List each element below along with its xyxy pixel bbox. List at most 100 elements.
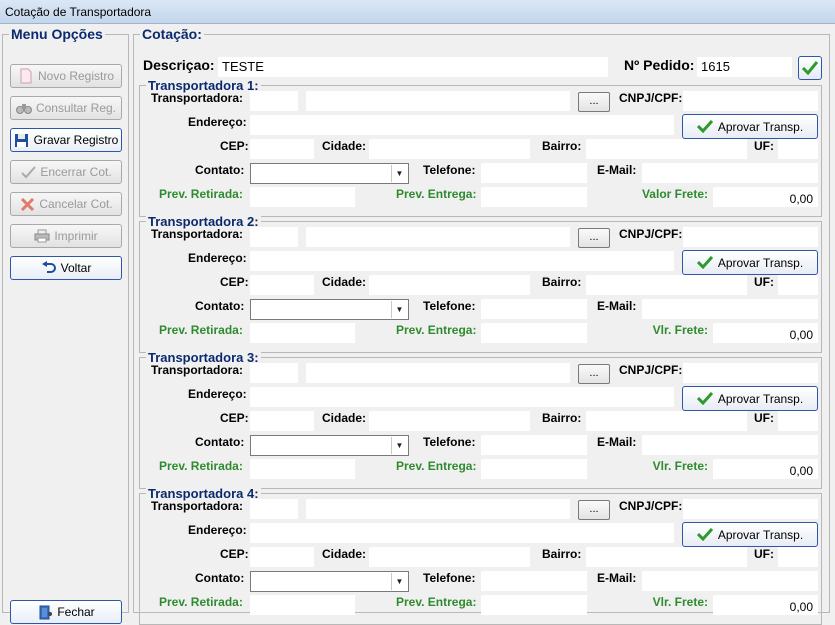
cnpj-field[interactable] <box>683 363 818 383</box>
lookup-button[interactable]: ... <box>578 500 610 520</box>
menu-legend: Menu Opções <box>11 26 103 42</box>
email-field[interactable] <box>642 299 818 319</box>
prev-entrega-field[interactable] <box>481 323 587 343</box>
contato-combobox[interactable]: ▼ <box>250 435 409 456</box>
frete-field[interactable]: 0,00 <box>713 459 818 479</box>
cep-label: CEP: <box>220 547 249 561</box>
gravar-registro-button[interactable]: Gravar Registro <box>10 128 122 152</box>
checkmark-icon <box>696 120 713 133</box>
prev-retirada-field[interactable] <box>250 459 355 479</box>
contato-label: Contato: <box>195 299 245 313</box>
prev-retirada-field[interactable] <box>250 323 355 343</box>
prev-entrega-field[interactable] <box>481 595 587 615</box>
uf-field[interactable] <box>778 547 818 567</box>
prev-entrega-field[interactable] <box>481 187 587 207</box>
uf-field[interactable] <box>778 139 818 159</box>
encerrar-cotacao-button[interactable]: Encerrar Cot. <box>10 160 122 184</box>
telefone-field[interactable] <box>481 571 587 591</box>
endereco-field[interactable] <box>250 251 674 271</box>
prev-retirada-field[interactable] <box>250 595 355 615</box>
prev-entrega-label: Prev. Entrega: <box>396 323 477 337</box>
cnpj-field[interactable] <box>683 499 818 519</box>
uf-label: UF: <box>754 411 774 425</box>
prev-retirada-label: Prev. Retirada: <box>159 323 243 337</box>
transportadora-name-field[interactable] <box>306 227 570 247</box>
cancelar-cotacao-button[interactable]: Cancelar Cot. <box>10 192 122 216</box>
prev-retirada-label: Prev. Retirada: <box>159 187 243 201</box>
novo-registro-label: Novo Registro <box>37 69 115 83</box>
cnpj-field[interactable] <box>683 227 818 247</box>
email-field[interactable] <box>642 571 818 591</box>
prev-retirada-label: Prev. Retirada: <box>159 595 243 609</box>
transportadora-section-4: Transportadora 4: Transportadora: ... CN… <box>139 486 822 625</box>
lookup-button[interactable]: ... <box>578 228 610 248</box>
chevron-down-icon[interactable]: ▼ <box>391 301 407 318</box>
window-body: Menu Opções Novo Registro Consultar Reg.… <box>0 24 835 625</box>
cep-field[interactable] <box>250 547 314 567</box>
cidade-field[interactable] <box>369 411 530 431</box>
bairro-field[interactable] <box>586 411 747 431</box>
uf-field[interactable] <box>778 275 818 295</box>
endereco-field[interactable] <box>250 387 674 407</box>
cnpj-label: CNPJ/CPF: <box>619 91 683 105</box>
cnpj-field[interactable] <box>683 91 818 111</box>
lookup-button[interactable]: ... <box>578 364 610 384</box>
transportadora-name-field[interactable] <box>306 363 570 383</box>
endereco-field[interactable] <box>250 115 674 135</box>
cidade-field[interactable] <box>369 275 530 295</box>
aprovar-transp-button[interactable]: Aprovar Transp. <box>682 522 818 547</box>
transportadora-code-field[interactable] <box>250 227 298 247</box>
gravar-registro-label: Gravar Registro <box>33 133 119 147</box>
cidade-field[interactable] <box>369 547 530 567</box>
cidade-field[interactable] <box>369 139 530 159</box>
transportadora-name-field[interactable] <box>306 91 570 111</box>
telefone-field[interactable] <box>481 163 587 183</box>
bairro-label: Bairro: <box>542 411 582 425</box>
prev-retirada-field[interactable] <box>250 187 355 207</box>
email-label: E-Mail: <box>597 163 637 177</box>
aprovar-transp-button[interactable]: Aprovar Transp. <box>682 114 818 139</box>
chevron-down-icon[interactable]: ▼ <box>391 573 407 590</box>
prev-entrega-field[interactable] <box>481 459 587 479</box>
confirm-button[interactable] <box>798 56 822 80</box>
imprimir-button[interactable]: Imprimir <box>10 224 122 248</box>
bairro-field[interactable] <box>586 139 747 159</box>
email-field[interactable] <box>642 163 818 183</box>
bairro-field[interactable] <box>586 275 747 295</box>
descricao-field[interactable]: TESTE <box>218 57 608 77</box>
transportadora-code-field[interactable] <box>250 91 298 111</box>
fechar-button[interactable]: Fechar <box>10 600 122 624</box>
telefone-field[interactable] <box>481 435 587 455</box>
aprovar-transp-button[interactable]: Aprovar Transp. <box>682 250 818 275</box>
chevron-down-icon[interactable]: ▼ <box>391 165 407 182</box>
transportadora-code-field[interactable] <box>250 499 298 519</box>
cep-field[interactable] <box>250 411 314 431</box>
endereco-field[interactable] <box>250 523 674 543</box>
pedido-field[interactable]: 1615 <box>697 57 792 77</box>
cep-label: CEP: <box>220 139 249 153</box>
novo-registro-button[interactable]: Novo Registro <box>10 64 122 88</box>
cidade-label: Cidade: <box>322 275 367 289</box>
consultar-registro-button[interactable]: Consultar Reg. <box>10 96 122 120</box>
imprimir-label: Imprimir <box>54 229 98 243</box>
aprovar-transp-button[interactable]: Aprovar Transp. <box>682 386 818 411</box>
transportadora-code-field[interactable] <box>250 363 298 383</box>
cep-field[interactable] <box>250 275 314 295</box>
cep-label: CEP: <box>220 411 249 425</box>
uf-field[interactable] <box>778 411 818 431</box>
email-field[interactable] <box>642 435 818 455</box>
voltar-button[interactable]: Voltar <box>10 256 122 280</box>
transportadora-name-field[interactable] <box>306 499 570 519</box>
contato-combobox[interactable]: ▼ <box>250 571 409 592</box>
bairro-field[interactable] <box>586 547 747 567</box>
frete-field[interactable]: 0,00 <box>713 323 818 343</box>
telefone-field[interactable] <box>481 299 587 319</box>
frete-field[interactable]: 0,00 <box>713 595 818 615</box>
contato-combobox[interactable]: ▼ <box>250 299 409 320</box>
frete-field[interactable]: 0,00 <box>713 187 818 207</box>
contato-combobox[interactable]: ▼ <box>250 163 409 184</box>
cep-field[interactable] <box>250 139 314 159</box>
chevron-down-icon[interactable]: ▼ <box>391 437 407 454</box>
email-label: E-Mail: <box>597 435 637 449</box>
lookup-button[interactable]: ... <box>578 92 610 112</box>
